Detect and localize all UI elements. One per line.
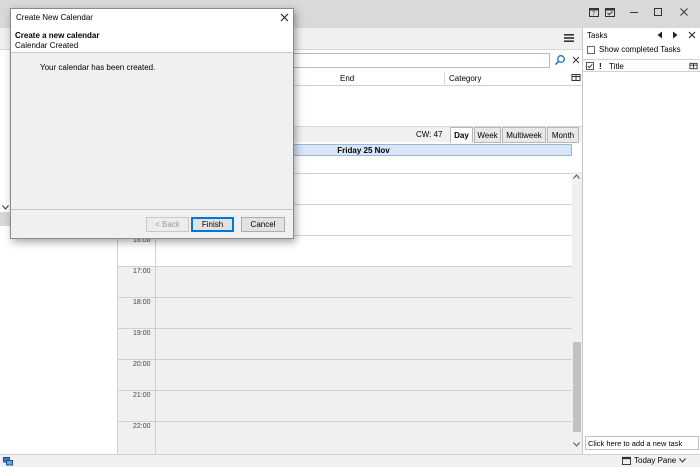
column-end[interactable]: End	[340, 74, 354, 83]
hour-slot[interactable]	[155, 422, 572, 455]
tasks-pane-title: Tasks	[587, 31, 608, 40]
create-calendar-dialog: Create New Calendar Create a new calenda…	[10, 8, 294, 239]
status-bar: Today Pane	[0, 454, 700, 467]
task-column-picker-icon[interactable]	[689, 62, 698, 73]
hour-slot[interactable]	[155, 391, 572, 422]
clear-search-icon[interactable]	[570, 54, 582, 66]
calendar-week-label: CW: 47	[416, 130, 443, 139]
hour-row: 22:00	[118, 421, 572, 455]
hour-row: 18:00	[118, 297, 572, 329]
scrollbar-thumb[interactable]	[573, 342, 581, 432]
event-list-header: End Category	[292, 72, 582, 86]
minimize-icon[interactable]	[626, 5, 642, 19]
column-divider	[444, 72, 445, 86]
close-icon[interactable]	[279, 12, 290, 23]
close-window-icon[interactable]	[676, 5, 692, 19]
calendar-tab-icon[interactable]: 7	[586, 5, 602, 19]
hour-row: 20:00	[118, 359, 572, 391]
show-completed-toggle[interactable]: Show completed Tasks	[587, 45, 681, 54]
back-button[interactable]: < Back	[146, 217, 189, 232]
selected-calendar-item[interactable]	[0, 212, 10, 226]
hour-slot[interactable]	[155, 267, 572, 298]
dialog-heading: Create a new calendar	[15, 31, 100, 40]
show-completed-checkbox[interactable]	[587, 45, 595, 54]
connection-status-icon	[3, 457, 13, 466]
svg-text:7: 7	[592, 12, 595, 18]
tab-day[interactable]: Day	[450, 127, 473, 143]
completed-column-icon[interactable]	[586, 62, 594, 72]
chevron-down-icon	[679, 458, 687, 463]
hour-slot[interactable]	[155, 329, 572, 360]
dialog-title: Create New Calendar	[16, 13, 93, 22]
previous-icon[interactable]	[655, 30, 665, 40]
day-view-scrollbar[interactable]	[572, 172, 582, 454]
hour-row: 21:00	[118, 390, 572, 422]
dialog-message: Your calendar has been created.	[40, 63, 156, 72]
event-search-input[interactable]	[278, 53, 550, 68]
hour-slot[interactable]	[155, 298, 572, 329]
dialog-divider	[11, 209, 293, 210]
hour-row: 17:00	[118, 266, 572, 298]
show-completed-label: Show completed Tasks	[599, 45, 681, 54]
hour-slot[interactable]	[155, 360, 572, 391]
hour-label: 18:00	[133, 299, 151, 306]
menu-icon[interactable]	[563, 32, 575, 44]
hour-row: 19:00	[118, 328, 572, 360]
tab-multiweek[interactable]: Multiweek	[502, 127, 546, 143]
tasks-pane: Tasks Show completed Tasks ! Title Click…	[582, 28, 700, 454]
today-pane-label: Today Pane	[634, 456, 677, 465]
close-pane-icon[interactable]	[687, 30, 697, 40]
scroll-up-icon[interactable]	[573, 174, 580, 181]
column-title[interactable]: Title	[609, 62, 624, 71]
today-pane-toggle[interactable]: Today Pane	[622, 456, 687, 465]
hour-label: 19:00	[133, 330, 151, 337]
add-task-input[interactable]: Click here to add a new task	[585, 436, 699, 450]
scroll-down-icon[interactable]	[573, 442, 580, 449]
tab-week[interactable]: Week	[474, 127, 501, 143]
chevron-down-icon[interactable]	[2, 202, 9, 212]
today-pane-icon	[622, 456, 631, 465]
finish-button[interactable]: Finish	[191, 217, 234, 232]
cancel-button[interactable]: Cancel	[241, 217, 285, 232]
maximize-icon[interactable]	[650, 5, 666, 19]
priority-column-icon[interactable]: !	[599, 62, 602, 71]
dialog-titlebar: Create New Calendar	[11, 9, 293, 27]
hour-label: 17:00	[133, 268, 151, 275]
column-category[interactable]: Category	[449, 74, 481, 83]
search-icon[interactable]	[554, 54, 566, 66]
hour-label: 21:00	[133, 392, 151, 399]
hour-slot[interactable]	[155, 236, 572, 267]
tab-month[interactable]: Month	[547, 127, 579, 143]
dialog-header: Create a new calendar Calendar Created	[11, 27, 293, 53]
next-icon[interactable]	[670, 30, 680, 40]
hour-row: 16:00	[118, 235, 572, 267]
hour-label: 20:00	[133, 361, 151, 368]
tasks-tab-icon[interactable]	[602, 5, 618, 19]
column-picker-icon[interactable]	[571, 73, 581, 83]
task-list-header: ! Title	[583, 59, 700, 72]
dialog-subheading: Calendar Created	[15, 41, 79, 50]
hour-label: 22:00	[133, 423, 151, 430]
